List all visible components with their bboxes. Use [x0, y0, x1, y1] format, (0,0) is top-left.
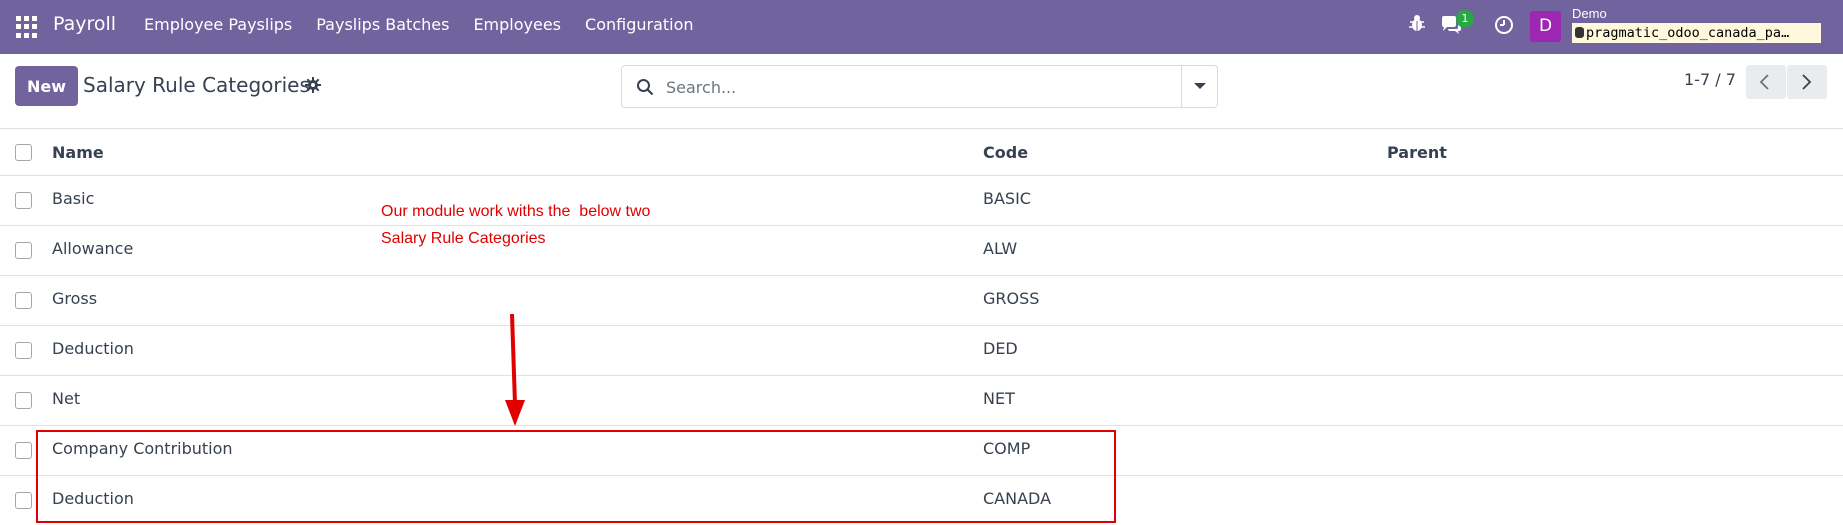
select-all-checkbox[interactable]	[15, 144, 32, 161]
database-icon	[1575, 27, 1584, 38]
caret-down-icon	[1194, 83, 1206, 89]
annotation-note: Our module work withs the below two Sala…	[381, 203, 651, 247]
app-brand[interactable]: Payroll	[53, 13, 116, 35]
search-bar	[621, 65, 1218, 108]
row-checkbox[interactable]	[15, 492, 32, 509]
pager-previous-button[interactable]	[1746, 65, 1786, 99]
chat-counter-badge: 1	[1456, 10, 1474, 28]
pager-next-button[interactable]	[1787, 65, 1827, 99]
table-row[interactable]: Net NET	[0, 376, 1843, 426]
cell-name: Basic	[52, 189, 95, 208]
menu-item-employee-payslips[interactable]: Employee Payslips	[144, 15, 292, 34]
cell-name: Deduction	[52, 339, 134, 358]
search-options-toggle[interactable]	[1181, 66, 1217, 107]
search-input[interactable]	[666, 74, 1156, 100]
row-checkbox[interactable]	[15, 442, 32, 459]
row-checkbox[interactable]	[15, 192, 32, 209]
main-menu: Employee Payslips Payslips Batches Emplo…	[144, 15, 718, 34]
activity-clock-icon[interactable]	[1494, 15, 1514, 35]
row-checkbox[interactable]	[15, 292, 32, 309]
column-header-parent[interactable]: Parent	[1387, 143, 1447, 162]
column-header-code[interactable]: Code	[983, 143, 1028, 162]
apps-menu-icon[interactable]	[16, 16, 38, 38]
pager-value[interactable]: 1-7 / 7	[1684, 70, 1736, 89]
cell-name: Net	[52, 389, 81, 408]
row-checkbox[interactable]	[15, 242, 32, 259]
table-row[interactable]: Basic BASIC	[0, 176, 1843, 226]
database-name: pragmatic_odoo_canada_pa…	[1586, 25, 1790, 41]
table-row[interactable]: Deduction DED	[0, 326, 1843, 376]
table-row[interactable]: Allowance ALW	[0, 226, 1843, 276]
database-name-badge: pragmatic_odoo_canada_pa…	[1572, 23, 1821, 43]
chevron-left-icon	[1759, 74, 1769, 90]
row-checkbox[interactable]	[15, 342, 32, 359]
menu-item-employees[interactable]: Employees	[473, 15, 561, 34]
table-header-row: Name Code Parent	[0, 128, 1843, 176]
row-checkbox[interactable]	[15, 392, 32, 409]
annotation-highlight-box	[36, 430, 1116, 523]
gear-icon[interactable]	[305, 77, 321, 93]
cell-code: ALW	[983, 239, 1018, 258]
new-button[interactable]: New	[15, 66, 78, 106]
annotation-arrow-icon	[505, 313, 525, 426]
cell-code: NET	[983, 389, 1015, 408]
cell-name: Gross	[52, 289, 98, 308]
top-navbar: Payroll Employee Payslips Payslips Batch…	[0, 0, 1843, 54]
search-icon	[637, 79, 654, 96]
cell-code: DED	[983, 339, 1018, 358]
menu-item-payslips-batches[interactable]: Payslips Batches	[316, 15, 449, 34]
chevron-right-icon	[1802, 74, 1812, 90]
column-header-name[interactable]: Name	[52, 143, 104, 162]
user-name[interactable]: Demo	[1572, 6, 1607, 21]
cell-name: Allowance	[52, 239, 134, 258]
debug-bug-icon[interactable]	[1409, 14, 1425, 32]
page-title: Salary Rule Categories	[83, 73, 310, 97]
table-row[interactable]: Gross GROSS	[0, 276, 1843, 326]
cell-code: GROSS	[983, 289, 1040, 308]
menu-item-configuration[interactable]: Configuration	[585, 15, 694, 34]
user-avatar[interactable]: D	[1530, 11, 1561, 42]
cell-code: BASIC	[983, 189, 1031, 208]
